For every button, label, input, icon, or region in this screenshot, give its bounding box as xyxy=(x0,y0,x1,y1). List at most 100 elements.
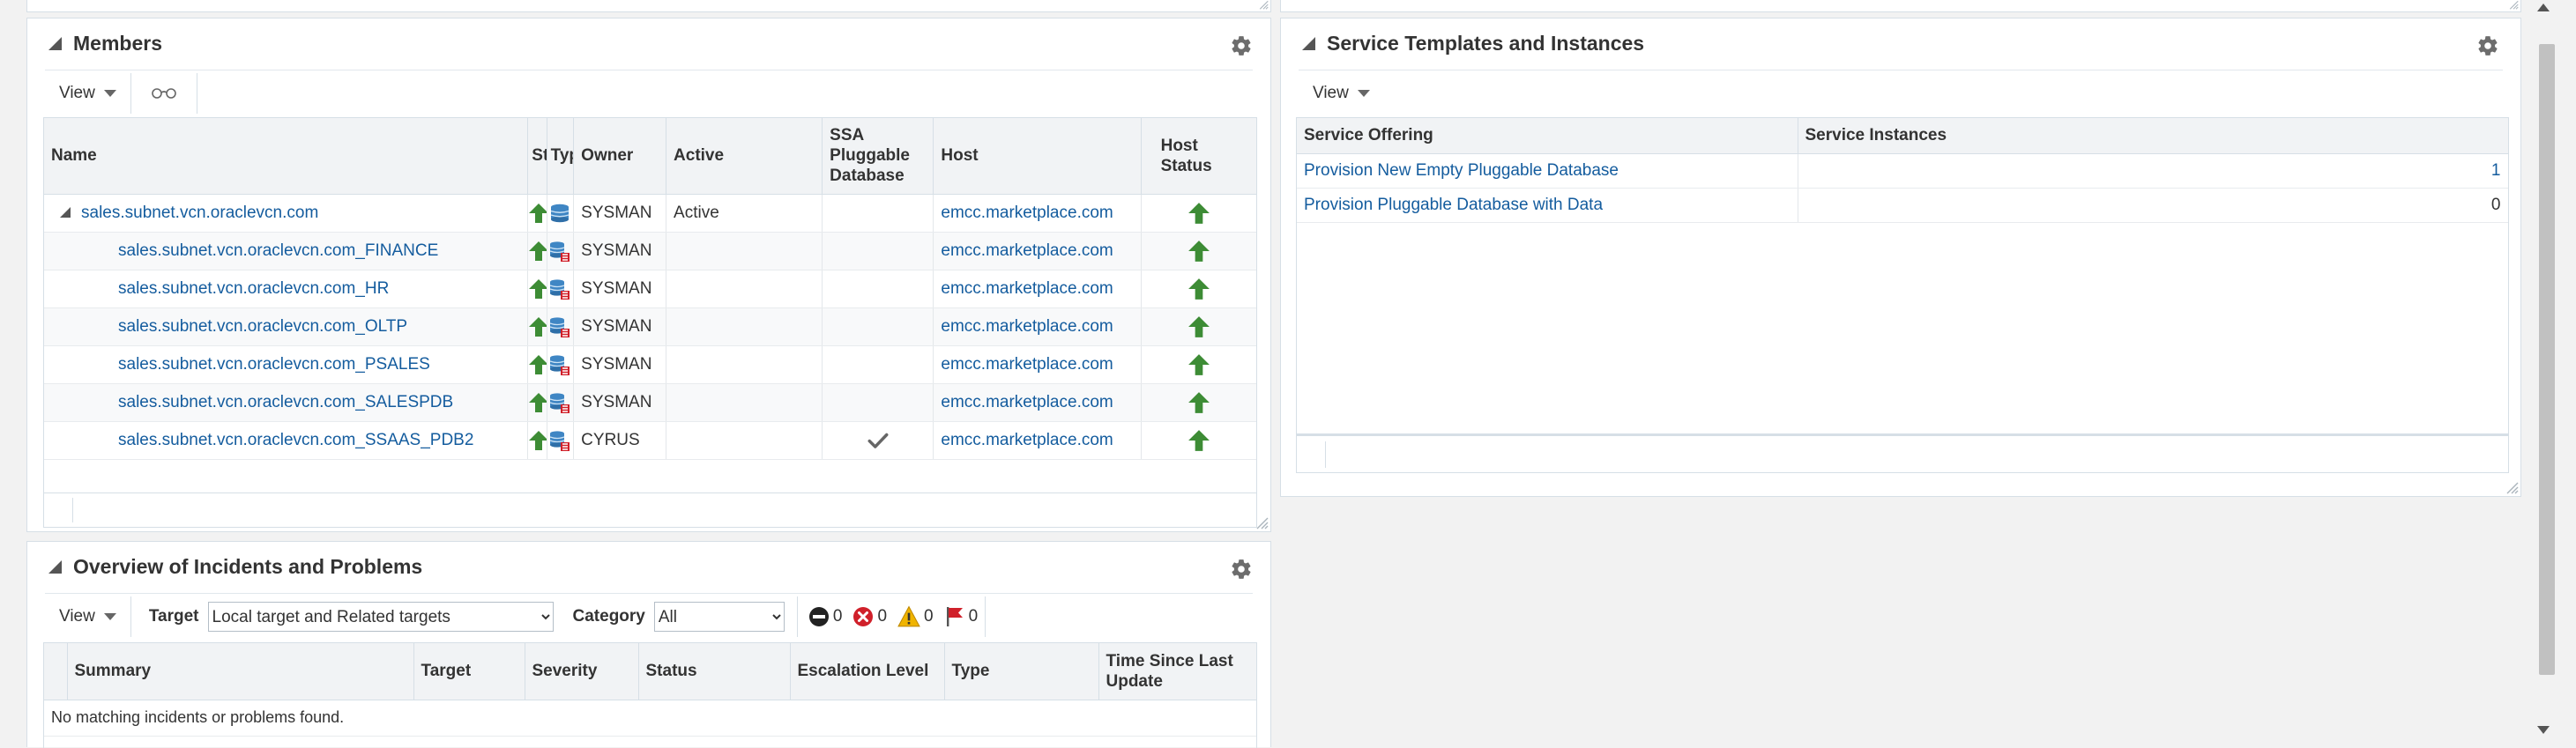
column-header-target[interactable]: Target xyxy=(413,643,525,700)
table-row[interactable]: sales.subnet.vcn.oraclevcn.com_SSAAS_PDB… xyxy=(44,421,1256,460)
resize-grip-icon[interactable] xyxy=(1254,515,1269,530)
previous-region-bottom-right xyxy=(1280,0,2521,12)
chevron-down-icon xyxy=(103,613,116,620)
error-count[interactable]: 0 xyxy=(852,606,887,627)
view-menu[interactable]: View xyxy=(45,596,130,637)
table-row[interactable]: sales.subnet.vcn.oraclevcn.com_SALESPDB S… xyxy=(44,383,1256,422)
member-name-link[interactable]: sales.subnet.vcn.oraclevcn.com_FINANCE xyxy=(118,241,438,260)
column-header-name[interactable]: Name xyxy=(44,118,529,195)
resize-grip-icon[interactable] xyxy=(2508,0,2519,10)
table-row[interactable]: sales.subnet.vcn.oraclevcn.com_OLTP SYSMA… xyxy=(44,307,1256,346)
table-row[interactable]: sales.subnet.vcn.oraclevcn.com SYSMAN Acti… xyxy=(44,194,1256,233)
tree-expanded-icon[interactable] xyxy=(60,207,71,218)
column-header-ssa-pluggable-database[interactable]: SSA Pluggable Database xyxy=(822,118,934,195)
column-header-active[interactable]: Active xyxy=(666,118,823,195)
service-instances-link[interactable]: 1 xyxy=(2491,161,2501,180)
resize-grip-icon[interactable] xyxy=(1258,0,1269,10)
service-table-body: Provision New Empty Pluggable Database 1 P… xyxy=(1297,153,2508,223)
gear-icon[interactable] xyxy=(2476,34,2499,57)
flag-count[interactable]: 0 xyxy=(944,606,978,627)
host-link[interactable]: emcc.marketplace.com xyxy=(941,241,1113,260)
resize-grip-icon[interactable] xyxy=(2505,480,2519,494)
member-name-link[interactable]: sales.subnet.vcn.oraclevcn.com_SSAAS_PDB… xyxy=(118,431,473,449)
error-count-value: 0 xyxy=(877,607,888,626)
up-arrow-icon[interactable] xyxy=(1187,202,1210,225)
column-header-host[interactable]: Host xyxy=(933,118,1142,195)
host-link[interactable]: emcc.marketplace.com xyxy=(941,431,1113,449)
critical-count[interactable]: 0 xyxy=(808,606,843,627)
active-cell xyxy=(666,345,823,384)
view-menu[interactable]: View xyxy=(1299,73,1384,114)
collapse-icon[interactable] xyxy=(48,37,62,50)
container-database-icon xyxy=(549,203,570,224)
column-header-service-instances[interactable]: Service Instances xyxy=(1798,118,2508,154)
member-name-link[interactable]: sales.subnet.vcn.oraclevcn.com_OLTP xyxy=(118,317,407,336)
owner-cell: SYSMAN xyxy=(573,194,667,233)
collapse-icon[interactable] xyxy=(48,560,62,574)
host-link[interactable]: emcc.marketplace.com xyxy=(941,393,1113,411)
up-arrow-icon[interactable] xyxy=(528,354,547,375)
table-row[interactable]: sales.subnet.vcn.oraclevcn.com_HR SYSMAN e… xyxy=(44,270,1256,308)
collapse-icon[interactable] xyxy=(1302,37,1315,50)
table-row[interactable]: Provision New Empty Pluggable Database 1 xyxy=(1297,153,2508,189)
scroll-up-arrow-icon[interactable] xyxy=(2537,4,2550,11)
member-name-link[interactable]: sales.subnet.vcn.oraclevcn.com_HR xyxy=(118,279,389,298)
column-header-host-status[interactable]: Host Status xyxy=(1141,118,1256,195)
up-arrow-icon[interactable] xyxy=(1187,429,1210,452)
gear-icon[interactable] xyxy=(1230,34,1253,57)
type-cell xyxy=(547,270,575,308)
up-arrow-icon[interactable] xyxy=(528,203,547,224)
host-link[interactable]: emcc.marketplace.com xyxy=(941,204,1113,222)
up-arrow-icon[interactable] xyxy=(528,392,547,413)
up-arrow-icon[interactable] xyxy=(528,316,547,337)
category-label: Category xyxy=(572,607,645,626)
host-link[interactable]: emcc.marketplace.com xyxy=(941,317,1113,336)
service-offering-link[interactable]: Provision Pluggable Database with Data xyxy=(1304,196,1603,214)
host-link[interactable]: emcc.marketplace.com xyxy=(941,355,1113,374)
error-icon xyxy=(852,606,874,627)
column-header-status[interactable]: Status xyxy=(638,643,791,700)
target-select[interactable]: Local target and Related targets xyxy=(207,602,554,632)
host-cell: emcc.marketplace.com xyxy=(933,232,1142,270)
warning-count[interactable]: 0 xyxy=(897,605,934,628)
members-region: Members View Name Sta Typ Owner xyxy=(26,18,1271,532)
pluggable-database-icon xyxy=(549,316,570,337)
up-arrow-icon[interactable] xyxy=(528,430,547,451)
scrollbar-thumb[interactable] xyxy=(2539,44,2555,675)
up-arrow-icon[interactable] xyxy=(1187,315,1210,338)
table-row[interactable]: sales.subnet.vcn.oraclevcn.com_PSALES SYS… xyxy=(44,345,1256,384)
service-offering-link[interactable]: Provision New Empty Pluggable Database xyxy=(1304,161,1619,180)
column-header-summary[interactable]: Summary xyxy=(67,643,414,700)
up-arrow-icon[interactable] xyxy=(528,241,547,262)
up-arrow-icon[interactable] xyxy=(1187,353,1210,376)
member-name-link[interactable]: sales.subnet.vcn.oraclevcn.com_PSALES xyxy=(118,355,430,374)
column-header-time-since-last-update[interactable]: Time Since Last Update xyxy=(1098,643,1256,700)
up-arrow-icon[interactable] xyxy=(528,278,547,300)
column-header-service-offering[interactable]: Service Offering xyxy=(1297,118,1798,154)
target-label: Target xyxy=(148,607,199,626)
critical-count-value: 0 xyxy=(832,607,843,626)
gear-icon[interactable] xyxy=(1230,558,1253,581)
scroll-down-arrow-icon[interactable] xyxy=(2537,726,2550,734)
view-menu[interactable]: View xyxy=(45,73,130,114)
column-header-type[interactable]: Type xyxy=(944,643,1099,700)
column-header-severity[interactable]: Severity xyxy=(525,643,639,700)
name-cell: sales.subnet.vcn.oraclevcn.com_FINANCE xyxy=(44,232,529,270)
host-link[interactable]: emcc.marketplace.com xyxy=(941,279,1113,298)
active-cell xyxy=(666,270,823,308)
up-arrow-icon[interactable] xyxy=(1187,240,1210,263)
footer-divider xyxy=(72,498,73,522)
column-header-owner[interactable]: Owner xyxy=(573,118,667,195)
category-select[interactable]: All xyxy=(653,602,785,632)
table-row[interactable]: Provision Pluggable Database with Data 0 xyxy=(1297,188,2508,223)
column-header-escalation-level[interactable]: Escalation Level xyxy=(790,643,945,700)
column-header-status[interactable]: Sta xyxy=(527,118,547,195)
up-arrow-icon[interactable] xyxy=(1187,278,1210,300)
up-arrow-icon[interactable] xyxy=(1187,391,1210,414)
member-name-link[interactable]: sales.subnet.vcn.oraclevcn.com_SALESPDB xyxy=(118,393,453,411)
service-offering-cell: Provision New Empty Pluggable Database xyxy=(1297,153,1798,189)
table-row[interactable]: sales.subnet.vcn.oraclevcn.com_FINANCE SY… xyxy=(44,232,1256,270)
column-header-type[interactable]: Typ xyxy=(547,118,575,195)
detach-button[interactable] xyxy=(131,73,197,114)
member-name-link[interactable]: sales.subnet.vcn.oraclevcn.com xyxy=(81,204,318,222)
